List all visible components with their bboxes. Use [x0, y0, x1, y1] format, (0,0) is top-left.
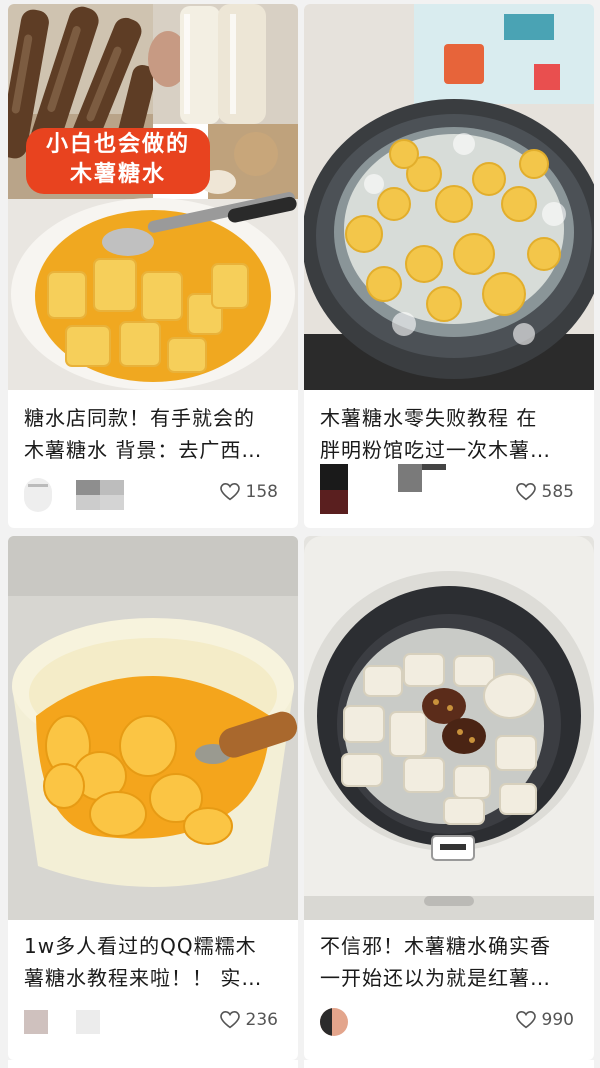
like-button[interactable]: 585: [515, 482, 574, 502]
heart-icon: [219, 1011, 240, 1029]
post-card-1[interactable]: 小白也会做的 木薯糖水 糖水店同款！有手就会的 木薯糖水 背景：去广西… 158: [8, 4, 298, 528]
post-title-line-2: 一开始还以为就是红薯…: [320, 966, 551, 990]
post-meta-3: 236: [24, 1004, 282, 1044]
post-title-line-1: 1w多人看过的QQ糯糯木: [24, 934, 257, 958]
post-image-3[interactable]: [8, 536, 298, 920]
post-title-2[interactable]: 木薯糖水零失败教程 在 胖明粉馆吃过一次木薯…: [320, 402, 580, 466]
post-image-2[interactable]: [304, 4, 594, 390]
like-button[interactable]: 158: [219, 482, 278, 502]
post-card-4[interactable]: 不信邪！木薯糖水确实香 一开始还以为就是红薯… 990: [304, 536, 594, 1060]
post-title-line-1: 糖水店同款！有手就会的: [24, 406, 255, 430]
author-name-obscured[interactable]: [76, 480, 124, 510]
post-card-3[interactable]: 1w多人看过的QQ糯糯木 薯糖水教程来啦！！ 实… 236: [8, 536, 298, 1060]
author-name-obscured[interactable]: [76, 1010, 100, 1034]
like-count: 990: [541, 1010, 574, 1030]
post-meta-1: 158: [24, 474, 282, 514]
avatar[interactable]: [24, 478, 52, 512]
post-title-line-2: 薯糖水教程来啦！！ 实…: [24, 966, 263, 990]
heart-icon: [219, 483, 240, 501]
overlay-line-1: 小白也会做的: [45, 132, 190, 157]
post-title-4[interactable]: 不信邪！木薯糖水确实香 一开始还以为就是红薯…: [320, 930, 580, 994]
post-title-line-1: 不信邪！木薯糖水确实香: [320, 934, 551, 958]
heart-icon: [515, 1011, 536, 1029]
post-title-line-1: 木薯糖水零失败教程 在: [320, 406, 538, 430]
like-count: 236: [245, 1010, 278, 1030]
post-title-1[interactable]: 糖水店同款！有手就会的 木薯糖水 背景：去广西…: [24, 402, 284, 466]
like-button[interactable]: 990: [515, 1010, 574, 1030]
author-name-obscured[interactable]: [398, 464, 446, 492]
post-title-line-2: 木薯糖水 背景：去广西…: [24, 438, 263, 462]
overlay-label: 小白也会做的 木薯糖水: [26, 130, 210, 190]
heart-icon: [515, 483, 536, 501]
like-button[interactable]: 236: [219, 1010, 278, 1030]
post-meta-4: 990: [320, 1004, 578, 1044]
like-count: 585: [541, 482, 574, 502]
avatar[interactable]: [320, 1008, 348, 1036]
post-meta-2: 585: [320, 460, 578, 514]
overlay-line-2: 木薯糖水: [69, 162, 166, 187]
avatar[interactable]: [24, 1010, 48, 1034]
post-image-4[interactable]: [304, 536, 594, 920]
like-count: 158: [245, 482, 278, 502]
next-card-left-peek[interactable]: [8, 1060, 298, 1068]
post-card-2[interactable]: 木薯糖水零失败教程 在 胖明粉馆吃过一次木薯… 585: [304, 4, 594, 528]
post-image-1[interactable]: 小白也会做的 木薯糖水: [8, 4, 298, 390]
post-title-3[interactable]: 1w多人看过的QQ糯糯木 薯糖水教程来啦！！ 实…: [24, 930, 284, 994]
next-card-right-peek[interactable]: [304, 1060, 594, 1068]
avatar[interactable]: [320, 464, 348, 514]
